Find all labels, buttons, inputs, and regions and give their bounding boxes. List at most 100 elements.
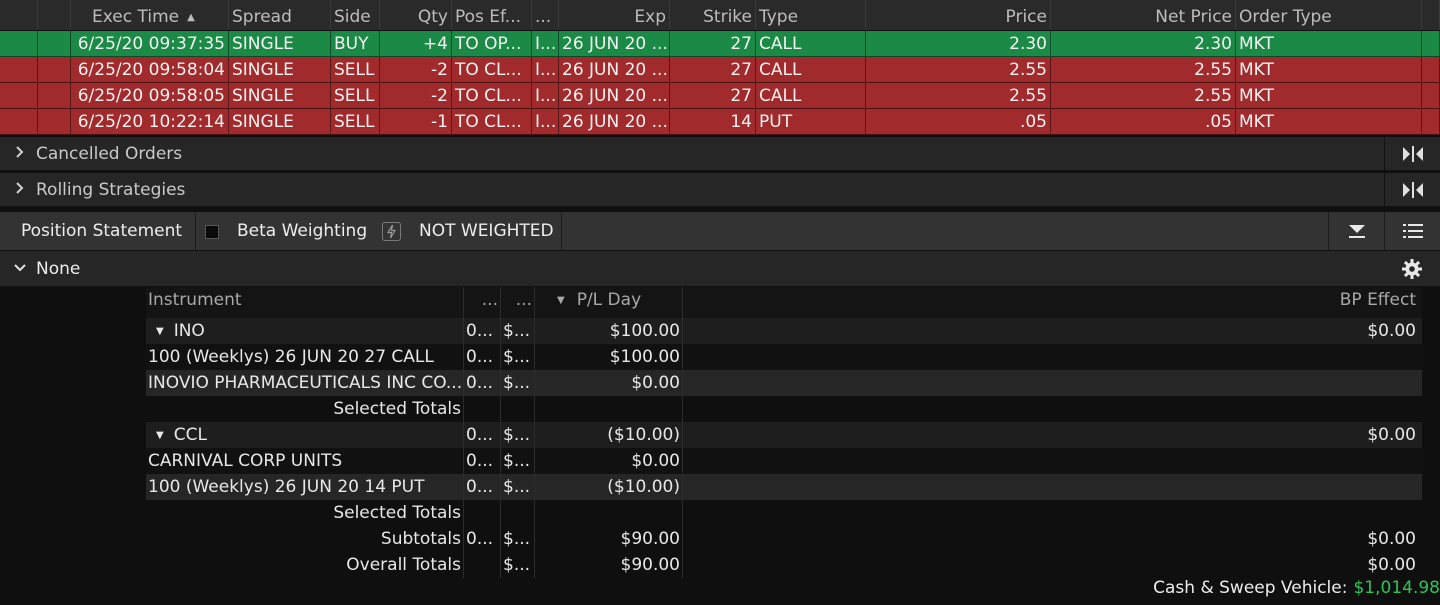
position-bp-effect — [1276, 448, 1418, 474]
col-instrument[interactable]: Instrument — [146, 287, 464, 318]
position-row-4[interactable]: Selected Totals — [146, 396, 1422, 422]
rolling-strategies-label: Rolling Strategies — [36, 180, 186, 200]
position-instrument: Selected Totals — [146, 396, 464, 422]
col-qty[interactable]: Qty — [380, 0, 452, 30]
position-pl-day: $0.00 — [535, 370, 683, 396]
position-row-9[interactable]: Subtotals 0... $... $90.00 $0.00 — [146, 526, 1422, 552]
order-cell-blank — [0, 109, 38, 134]
order-price: 2.55 — [866, 57, 1051, 82]
position-more-1 — [464, 552, 501, 578]
position-statement-toolbar: Position Statement Beta Weighting NOT WE… — [0, 211, 1440, 251]
col-more-2[interactable]: ... — [501, 287, 535, 318]
position-bp-effect — [1276, 500, 1418, 526]
position-instrument: ▼ CCL — [146, 422, 464, 448]
position-more-2: $... — [501, 474, 535, 500]
order-qty: +4 — [380, 31, 452, 56]
gear-icon[interactable] — [1384, 251, 1440, 287]
order-exec-time: 6/25/20 10:22:14 — [71, 109, 229, 134]
position-instrument-label: 100 (Weeklys) 26 JUN 20 27 CALL — [148, 347, 434, 367]
position-row-5[interactable]: ▼ CCL 0... $... ($10.00) $0.00 — [146, 422, 1422, 448]
cash-sweep-label: Cash & Sweep Vehicle: — [1153, 578, 1348, 598]
order-qty: -1 — [380, 109, 452, 134]
col-pl-day[interactable]: ▼ P/L Day — [535, 287, 683, 318]
collapse-columns-icon[interactable] — [1384, 137, 1440, 171]
order-cell-blank — [38, 83, 71, 108]
col-more-1[interactable]: ... — [464, 287, 501, 318]
position-pl-day: $90.00 — [535, 552, 683, 578]
position-more-2 — [501, 396, 535, 422]
position-row-3[interactable]: INOVIO PHARMACEUTICALS INC CO... 0... $.… — [146, 370, 1422, 396]
cash-sweep-vehicle: Cash & Sweep Vehicle: $1,014.98 — [1153, 575, 1440, 601]
order-pos-effect: TO OP... — [452, 31, 532, 56]
col-price[interactable]: Price — [866, 0, 1051, 30]
position-bp-effect — [1276, 474, 1418, 500]
position-more-1 — [464, 500, 501, 526]
beta-weighting-label[interactable]: Beta Weighting — [237, 212, 367, 250]
order-side: BUY — [331, 31, 380, 56]
position-more-2: $... — [501, 526, 535, 552]
col-exp[interactable]: Exp — [559, 0, 670, 30]
position-more-1: 0... — [464, 526, 501, 552]
position-more-2: $... — [501, 370, 535, 396]
position-instrument: Overall Totals — [146, 552, 464, 578]
order-exec-time: 6/25/20 09:58:04 — [71, 57, 229, 82]
position-bp-effect — [1276, 344, 1418, 370]
order-qty: -2 — [380, 83, 452, 108]
orders-col-blank-b — [38, 0, 71, 30]
order-row-2[interactable]: 6/25/20 09:58:04 SINGLE SELL -2 TO CL...… — [0, 57, 1440, 83]
chevron-right-icon[interactable] — [14, 173, 24, 207]
order-pos-effect: TO CL... — [452, 109, 532, 134]
chevron-down-icon[interactable] — [14, 251, 26, 287]
order-more: I... — [532, 109, 559, 134]
order-exec-time: 6/25/20 09:58:05 — [71, 83, 229, 108]
position-pl-day: $100.00 — [535, 344, 683, 370]
order-row-3[interactable]: 6/25/20 09:58:05 SINGLE SELL -2 TO CL...… — [0, 83, 1440, 109]
order-row-4[interactable]: 6/25/20 10:22:14 SINGLE SELL -1 TO CL...… — [0, 109, 1440, 135]
order-cell-end — [1422, 83, 1440, 108]
col-type[interactable]: Type — [756, 0, 866, 30]
position-bp-effect: $0.00 — [1367, 529, 1416, 549]
beta-symbol-selector[interactable]: NOT WEIGHTED — [419, 212, 562, 250]
col-order-type[interactable]: Order Type — [1236, 0, 1422, 30]
rolling-strategies-section[interactable]: Rolling Strategies — [0, 173, 1440, 207]
order-cell-blank — [0, 31, 38, 56]
position-row-8[interactable]: Selected Totals — [146, 500, 1422, 526]
order-more: I... — [532, 57, 559, 82]
col-bp-effect[interactable]: BP Effect — [1276, 287, 1418, 318]
order-strike: 27 — [670, 57, 756, 82]
col-exec-time[interactable]: Exec Time ▲ — [71, 0, 229, 30]
col-spread[interactable]: Spread — [229, 0, 331, 30]
position-row-2[interactable]: 100 (Weeklys) 26 JUN 20 27 CALL 0... $..… — [146, 344, 1422, 370]
order-spread: SINGLE — [229, 109, 331, 134]
beta-weighting-checkbox[interactable] — [205, 225, 219, 239]
triangle-down-icon[interactable]: ▼ — [156, 326, 164, 337]
position-pl-day: $90.00 — [535, 526, 683, 552]
order-row-1[interactable]: 6/25/20 09:37:35 SINGLE BUY +4 TO OP... … — [0, 31, 1440, 57]
position-row-1[interactable]: ▼ INO 0... $... $100.00 $0.00 — [146, 318, 1422, 344]
order-price: 2.55 — [866, 83, 1051, 108]
position-pl-day: $0.00 — [535, 448, 683, 474]
position-more-1: 0... — [464, 344, 501, 370]
order-order-type: MKT — [1236, 109, 1422, 134]
position-instrument-label: INO — [173, 321, 205, 341]
position-instrument-label: Selected Totals — [333, 399, 461, 419]
position-row-6[interactable]: CARNIVAL CORP UNITS 0... $... $0.00 — [146, 448, 1422, 474]
col-pos-effect[interactable]: Pos Ef... — [452, 0, 532, 30]
positions-scrollbar[interactable] — [1422, 287, 1440, 577]
col-side[interactable]: Side — [331, 0, 380, 30]
lightning-icon[interactable] — [382, 222, 401, 241]
chevron-right-icon[interactable] — [14, 137, 24, 171]
position-row-7[interactable]: 100 (Weeklys) 26 JUN 20 14 PUT 0... $...… — [146, 474, 1422, 500]
triangle-down-icon[interactable] — [1328, 212, 1384, 250]
triangle-down-icon[interactable]: ▼ — [156, 430, 164, 441]
collapse-columns-icon[interactable] — [1384, 173, 1440, 207]
list-icon[interactable] — [1384, 212, 1440, 250]
col-more[interactable]: ... — [532, 0, 559, 30]
order-order-type: MKT — [1236, 83, 1422, 108]
cancelled-orders-section[interactable]: Cancelled Orders — [0, 137, 1440, 171]
col-net-price[interactable]: Net Price — [1051, 0, 1236, 30]
filled-orders-grid: Exec Time ▲ Spread Side Qty Pos Ef... ...… — [0, 0, 1440, 135]
group-label: None — [36, 259, 81, 279]
col-strike[interactable]: Strike — [670, 0, 756, 30]
grouping-bar[interactable]: None — [0, 251, 1440, 287]
